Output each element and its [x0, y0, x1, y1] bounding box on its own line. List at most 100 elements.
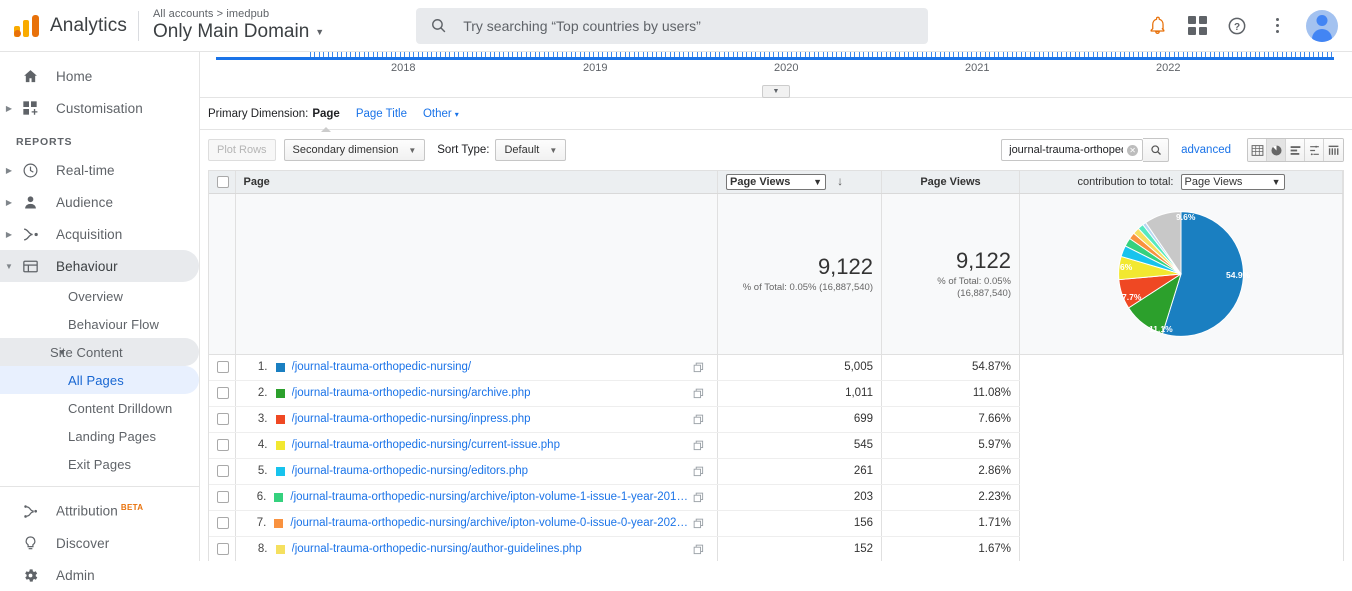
row-page-link[interactable]: /journal-trauma-orthopedic-nursing/autho… [292, 543, 582, 555]
pie-chart[interactable]: 54.9% 11.1% 7.7% 6% 9.6% [1028, 194, 1334, 354]
sidebar-item-acquisition[interactable]: ▶ Acquisition [0, 218, 199, 250]
row-checkbox[interactable] [217, 490, 229, 503]
row-checkbox-cell[interactable] [209, 458, 236, 485]
row-checkbox-cell[interactable] [209, 432, 236, 459]
avatar[interactable] [1306, 9, 1338, 42]
primary-dimension-other-menu[interactable]: Other ▾ [423, 108, 459, 120]
plot-rows-button[interactable]: Plot Rows [208, 139, 276, 161]
open-in-new-icon[interactable] [693, 440, 707, 451]
sidebar-item-customisation[interactable]: ▶ Customisation [0, 92, 199, 124]
row-checkbox[interactable] [217, 464, 229, 477]
sidebar-item-admin[interactable]: Admin [0, 559, 199, 591]
row-checkbox-cell[interactable] [209, 484, 236, 511]
sidebar-item-behaviour-flow[interactable]: Behaviour Flow [0, 310, 199, 338]
open-in-new-icon[interactable] [693, 466, 707, 477]
row-page-link[interactable]: /journal-trauma-orthopedic-nursing/archi… [290, 491, 693, 503]
row-page-link[interactable]: /journal-trauma-orthopedic-nursing/archi… [290, 517, 693, 529]
open-in-new-icon[interactable] [693, 544, 707, 555]
row-checkbox[interactable] [217, 438, 229, 451]
row-checkbox[interactable] [217, 542, 229, 555]
secondary-dimension-button[interactable]: Secondary dimension ▼ [283, 139, 426, 161]
row-checkbox[interactable] [217, 360, 229, 373]
open-in-new-icon[interactable] [693, 388, 707, 399]
table-row[interactable]: 7. /journal-trauma-orthopedic-nursing/arc… [209, 510, 1343, 537]
sidebar-item-exit-pages[interactable]: Exit Pages [0, 450, 199, 478]
row-checkbox-cell[interactable] [209, 354, 236, 381]
open-in-new-icon[interactable] [693, 492, 707, 503]
row-checkbox-cell[interactable] [209, 536, 236, 561]
chevron-down-icon: ▼ [813, 176, 822, 187]
row-page-link[interactable]: /journal-trauma-orthopedic-nursing/inpre… [292, 413, 531, 425]
row-checkbox[interactable] [217, 386, 229, 399]
sidebar-item-audience[interactable]: ▶ Audience [0, 186, 199, 218]
open-in-new-icon[interactable] [693, 414, 707, 425]
apps-grid-icon[interactable] [1186, 15, 1208, 37]
table-row[interactable]: 2. /journal-trauma-orthopedic-nursing/arc… [209, 380, 1343, 407]
advanced-link[interactable]: advanced [1181, 144, 1231, 156]
row-page-views: 1,011 [717, 380, 882, 407]
sidebar-item-behaviour[interactable]: ▼ Behaviour [0, 250, 199, 282]
table-search-button[interactable] [1143, 138, 1170, 162]
row-checkbox-cell[interactable] [209, 380, 236, 407]
row-checkbox[interactable] [217, 412, 229, 425]
table-row[interactable]: 4. /journal-trauma-orthopedic-nursing/cur… [209, 432, 1343, 459]
sidebar-item-content-drilldown[interactable]: Content Drilldown [0, 394, 199, 422]
sidebar-item-discover[interactable]: Discover [0, 527, 199, 559]
timeline-strip[interactable]: 2018 2019 2020 2021 2022 ▼ [200, 52, 1352, 98]
timeline-collapse-handle[interactable]: ▼ [762, 85, 790, 98]
account-selector[interactable]: All accounts > imedpub Only Main Domain … [153, 8, 324, 42]
primary-dimension-page-title-tab[interactable]: Page Title [356, 108, 407, 120]
row-index: 4. [257, 439, 268, 451]
brand-title: Analytics [50, 14, 127, 36]
sidebar-item-overview[interactable]: Overview [0, 282, 199, 310]
bell-icon[interactable] [1146, 15, 1168, 37]
table-row[interactable]: 6. /journal-trauma-orthopedic-nursing/arc… [209, 484, 1343, 511]
sort-descending-icon[interactable]: ↓ [837, 174, 843, 188]
row-checkbox[interactable] [217, 516, 229, 529]
metric-select[interactable]: Page Views ▼ [726, 173, 826, 190]
global-search-box[interactable] [416, 7, 929, 44]
open-in-new-icon[interactable] [693, 362, 707, 373]
sort-type-button[interactable]: Default ▼ [495, 139, 567, 161]
sidebar-item-landing-pages[interactable]: Landing Pages [0, 422, 199, 450]
analytics-logo-area[interactable]: Analytics [0, 14, 128, 37]
table-row[interactable]: 8. /journal-trauma-orthopedic-nursing/aut… [209, 536, 1343, 561]
contribution-metric-select[interactable]: Page Views ▼ [1180, 173, 1285, 190]
column-header-page[interactable]: Page [235, 171, 718, 194]
sidebar-item-site-content[interactable]: ▼ Site Content [0, 338, 199, 366]
row-checkbox-cell[interactable] [209, 406, 236, 433]
sidebar-item-real-time[interactable]: ▶ Real-time [0, 154, 199, 186]
primary-dimension-page-tab[interactable]: Page [312, 108, 340, 120]
table-search-input[interactable] [1007, 143, 1126, 157]
table-search-field[interactable]: ✕ [1001, 139, 1144, 161]
sidebar-item-label: Site Content [50, 344, 123, 360]
sidebar-item-home[interactable]: Home [0, 60, 199, 92]
close-icon[interactable]: ✕ [1127, 144, 1139, 156]
open-in-new-icon[interactable] [693, 518, 707, 529]
row-contribution-pct: 1.67% [881, 536, 1020, 561]
pivot-view-icon[interactable] [1324, 139, 1343, 161]
row-checkbox-cell[interactable] [209, 510, 236, 537]
table-row[interactable]: 1. /journal-trauma-orthopedic-nursing/5,0… [209, 354, 1343, 381]
help-icon[interactable]: ? [1226, 15, 1248, 37]
percentage-pie-view-icon[interactable] [1267, 139, 1286, 161]
row-page-link[interactable]: /journal-trauma-orthopedic-nursing/ [292, 361, 472, 373]
property-name-row[interactable]: Only Main Domain ▼ [153, 21, 324, 43]
pie-label: 54.9% [1226, 269, 1251, 280]
performance-bar-view-icon[interactable] [1286, 139, 1305, 161]
data-table-view-icon[interactable] [1248, 139, 1267, 161]
row-page-link[interactable]: /journal-trauma-orthopedic-nursing/curre… [292, 439, 560, 451]
row-page-link[interactable]: /journal-trauma-orthopedic-nursing/archi… [292, 387, 531, 399]
sidebar-item-all-pages[interactable]: All Pages [0, 366, 199, 394]
select-all-checkbox[interactable] [217, 175, 229, 188]
table-row[interactable]: 3. /journal-trauma-orthopedic-nursing/inp… [209, 406, 1343, 433]
sidebar-item-label: Admin [56, 567, 95, 583]
row-page-link[interactable]: /journal-trauma-orthopedic-nursing/edito… [292, 465, 529, 477]
search-input[interactable] [461, 16, 915, 35]
column-header-page-views[interactable]: Page Views [881, 171, 1020, 194]
kebab-icon[interactable] [1266, 15, 1288, 37]
table-row[interactable]: 5. /journal-trauma-orthopedic-nursing/edi… [209, 458, 1343, 485]
select-all-cell[interactable] [209, 171, 236, 194]
comparison-view-icon[interactable] [1305, 139, 1324, 161]
sidebar-item-attribution[interactable]: Attribution BETA [0, 495, 199, 527]
